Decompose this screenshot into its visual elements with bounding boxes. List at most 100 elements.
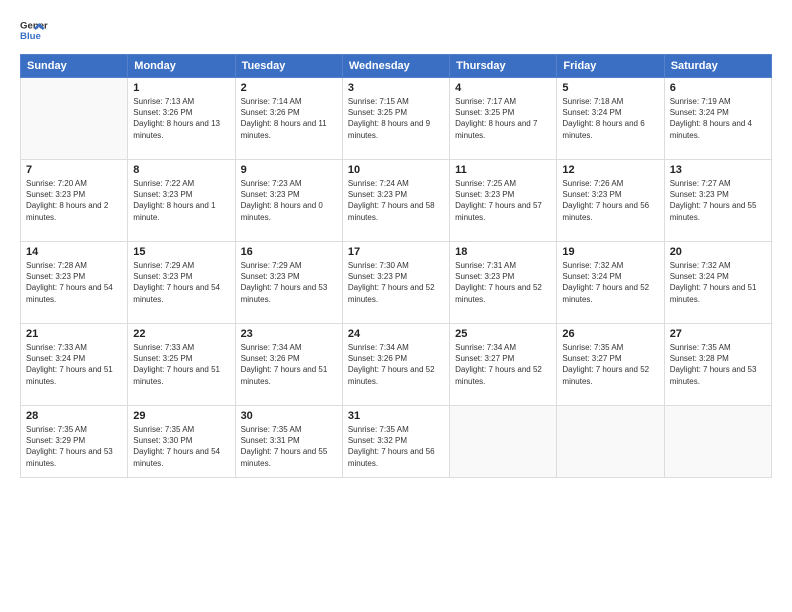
week-row-2: 7 Sunrise: 7:20 AMSunset: 3:23 PMDaylight…	[21, 160, 772, 242]
day-number: 5	[562, 82, 658, 94]
cell-info: Sunrise: 7:29 AMSunset: 3:23 PMDaylight:…	[133, 260, 229, 305]
calendar-cell: 24Sunrise: 7:34 AMSunset: 3:26 PMDayligh…	[342, 324, 449, 406]
day-number: 11	[455, 164, 551, 176]
calendar-cell: 9 Sunrise: 7:23 AMSunset: 3:23 PMDaylight…	[235, 160, 342, 242]
logo-icon: General Blue	[20, 16, 48, 44]
day-number: 30	[241, 410, 337, 422]
day-number: 14	[26, 246, 122, 258]
calendar-cell	[557, 406, 664, 478]
day-number: 20	[670, 246, 766, 258]
cell-info: Sunrise: 7:20 AMSunset: 3:23 PMDaylight:…	[26, 178, 122, 223]
day-number: 3	[348, 82, 444, 94]
weekday-header-tuesday: Tuesday	[235, 55, 342, 78]
cell-info: Sunrise: 7:29 AMSunset: 3:23 PMDaylight:…	[241, 260, 337, 305]
week-row-3: 14 Sunrise: 7:28 AMSunset: 3:23 PMDayligh…	[21, 242, 772, 324]
calendar-cell: 26Sunrise: 7:35 AMSunset: 3:27 PMDayligh…	[557, 324, 664, 406]
cell-info: Sunrise: 7:28 AMSunset: 3:23 PMDaylight:…	[26, 260, 122, 305]
calendar-cell: 11 Sunrise: 7:25 AMSunset: 3:23 PMDayligh…	[450, 160, 557, 242]
cell-info: Sunrise: 7:18 AMSunset: 3:24 PMDaylight:…	[562, 96, 658, 141]
calendar-cell	[21, 78, 128, 160]
weekday-header-wednesday: Wednesday	[342, 55, 449, 78]
cell-info: Sunrise: 7:34 AMSunset: 3:27 PMDaylight:…	[455, 342, 551, 387]
cell-info: Sunrise: 7:34 AMSunset: 3:26 PMDaylight:…	[348, 342, 444, 387]
cell-info: Sunrise: 7:35 AMSunset: 3:28 PMDaylight:…	[670, 342, 766, 387]
calendar-cell: 8 Sunrise: 7:22 AMSunset: 3:23 PMDaylight…	[128, 160, 235, 242]
day-number: 17	[348, 246, 444, 258]
day-number: 19	[562, 246, 658, 258]
calendar-cell: 19 Sunrise: 7:32 AMSunset: 3:24 PMDayligh…	[557, 242, 664, 324]
day-number: 23	[241, 328, 337, 340]
calendar-cell: 13 Sunrise: 7:27 AMSunset: 3:23 PMDayligh…	[664, 160, 771, 242]
calendar-cell: 28 Sunrise: 7:35 AMSunset: 3:29 PMDayligh…	[21, 406, 128, 478]
calendar-cell: 2Sunrise: 7:14 AMSunset: 3:26 PMDaylight…	[235, 78, 342, 160]
calendar-cell: 31Sunrise: 7:35 AMSunset: 3:32 PMDayligh…	[342, 406, 449, 478]
calendar-cell: 16Sunrise: 7:29 AMSunset: 3:23 PMDayligh…	[235, 242, 342, 324]
cell-info: Sunrise: 7:26 AMSunset: 3:23 PMDaylight:…	[562, 178, 658, 223]
day-number: 8	[133, 164, 229, 176]
calendar-cell: 25 Sunrise: 7:34 AMSunset: 3:27 PMDayligh…	[450, 324, 557, 406]
cell-info: Sunrise: 7:32 AMSunset: 3:24 PMDaylight:…	[562, 260, 658, 305]
weekday-header-sunday: Sunday	[21, 55, 128, 78]
cell-info: Sunrise: 7:30 AMSunset: 3:23 PMDaylight:…	[348, 260, 444, 305]
cell-info: Sunrise: 7:22 AMSunset: 3:23 PMDaylight:…	[133, 178, 229, 223]
calendar-cell: 27Sunrise: 7:35 AMSunset: 3:28 PMDayligh…	[664, 324, 771, 406]
day-number: 18	[455, 246, 551, 258]
calendar-cell: 4 Sunrise: 7:17 AMSunset: 3:25 PMDaylight…	[450, 78, 557, 160]
week-row-5: 28 Sunrise: 7:35 AMSunset: 3:29 PMDayligh…	[21, 406, 772, 478]
day-number: 9	[241, 164, 337, 176]
calendar-cell: 10 Sunrise: 7:24 AMSunset: 3:23 PMDayligh…	[342, 160, 449, 242]
week-row-4: 21 Sunrise: 7:33 AMSunset: 3:24 PMDayligh…	[21, 324, 772, 406]
logo: General Blue	[20, 16, 48, 44]
cell-info: Sunrise: 7:25 AMSunset: 3:23 PMDaylight:…	[455, 178, 551, 223]
cell-info: Sunrise: 7:35 AMSunset: 3:31 PMDaylight:…	[241, 424, 337, 469]
day-number: 21	[26, 328, 122, 340]
calendar-cell: 21 Sunrise: 7:33 AMSunset: 3:24 PMDayligh…	[21, 324, 128, 406]
day-number: 7	[26, 164, 122, 176]
svg-text:Blue: Blue	[20, 31, 41, 42]
cell-info: Sunrise: 7:23 AMSunset: 3:23 PMDaylight:…	[241, 178, 337, 223]
cell-info: Sunrise: 7:35 AMSunset: 3:32 PMDaylight:…	[348, 424, 444, 469]
cell-info: Sunrise: 7:17 AMSunset: 3:25 PMDaylight:…	[455, 96, 551, 141]
cell-info: Sunrise: 7:13 AMSunset: 3:26 PMDaylight:…	[133, 96, 229, 141]
cell-info: Sunrise: 7:33 AMSunset: 3:25 PMDaylight:…	[133, 342, 229, 387]
cell-info: Sunrise: 7:35 AMSunset: 3:29 PMDaylight:…	[26, 424, 122, 469]
calendar-cell: 29Sunrise: 7:35 AMSunset: 3:30 PMDayligh…	[128, 406, 235, 478]
svg-text:General: General	[20, 20, 48, 31]
cell-info: Sunrise: 7:32 AMSunset: 3:24 PMDaylight:…	[670, 260, 766, 305]
cell-info: Sunrise: 7:14 AMSunset: 3:26 PMDaylight:…	[241, 96, 337, 141]
calendar-cell: 17 Sunrise: 7:30 AMSunset: 3:23 PMDayligh…	[342, 242, 449, 324]
day-number: 12	[562, 164, 658, 176]
cell-info: Sunrise: 7:24 AMSunset: 3:23 PMDaylight:…	[348, 178, 444, 223]
page: General Blue SundayMondayTuesdayWednesda…	[0, 0, 792, 612]
day-number: 6	[670, 82, 766, 94]
calendar-cell: 1Sunrise: 7:13 AMSunset: 3:26 PMDaylight…	[128, 78, 235, 160]
calendar-cell: 6 Sunrise: 7:19 AMSunset: 3:24 PMDaylight…	[664, 78, 771, 160]
calendar-cell: 3 Sunrise: 7:15 AMSunset: 3:25 PMDaylight…	[342, 78, 449, 160]
calendar-cell: 20 Sunrise: 7:32 AMSunset: 3:24 PMDayligh…	[664, 242, 771, 324]
calendar-cell: 15 Sunrise: 7:29 AMSunset: 3:23 PMDayligh…	[128, 242, 235, 324]
weekday-header-friday: Friday	[557, 55, 664, 78]
calendar-cell: 5 Sunrise: 7:18 AMSunset: 3:24 PMDaylight…	[557, 78, 664, 160]
cell-info: Sunrise: 7:15 AMSunset: 3:25 PMDaylight:…	[348, 96, 444, 141]
calendar-cell: 7 Sunrise: 7:20 AMSunset: 3:23 PMDaylight…	[21, 160, 128, 242]
week-row-1: 1Sunrise: 7:13 AMSunset: 3:26 PMDaylight…	[21, 78, 772, 160]
weekday-header-saturday: Saturday	[664, 55, 771, 78]
day-number: 25	[455, 328, 551, 340]
day-number: 10	[348, 164, 444, 176]
cell-info: Sunrise: 7:19 AMSunset: 3:24 PMDaylight:…	[670, 96, 766, 141]
calendar-cell: 14 Sunrise: 7:28 AMSunset: 3:23 PMDayligh…	[21, 242, 128, 324]
calendar-cell: 18 Sunrise: 7:31 AMSunset: 3:23 PMDayligh…	[450, 242, 557, 324]
calendar-cell: 23Sunrise: 7:34 AMSunset: 3:26 PMDayligh…	[235, 324, 342, 406]
day-number: 4	[455, 82, 551, 94]
day-number: 22	[133, 328, 229, 340]
calendar-cell: 12 Sunrise: 7:26 AMSunset: 3:23 PMDayligh…	[557, 160, 664, 242]
cell-info: Sunrise: 7:31 AMSunset: 3:23 PMDaylight:…	[455, 260, 551, 305]
cell-info: Sunrise: 7:35 AMSunset: 3:30 PMDaylight:…	[133, 424, 229, 469]
cell-info: Sunrise: 7:27 AMSunset: 3:23 PMDaylight:…	[670, 178, 766, 223]
day-number: 15	[133, 246, 229, 258]
day-number: 26	[562, 328, 658, 340]
cell-info: Sunrise: 7:33 AMSunset: 3:24 PMDaylight:…	[26, 342, 122, 387]
day-number: 13	[670, 164, 766, 176]
day-number: 28	[26, 410, 122, 422]
calendar-cell: 30 Sunrise: 7:35 AMSunset: 3:31 PMDayligh…	[235, 406, 342, 478]
